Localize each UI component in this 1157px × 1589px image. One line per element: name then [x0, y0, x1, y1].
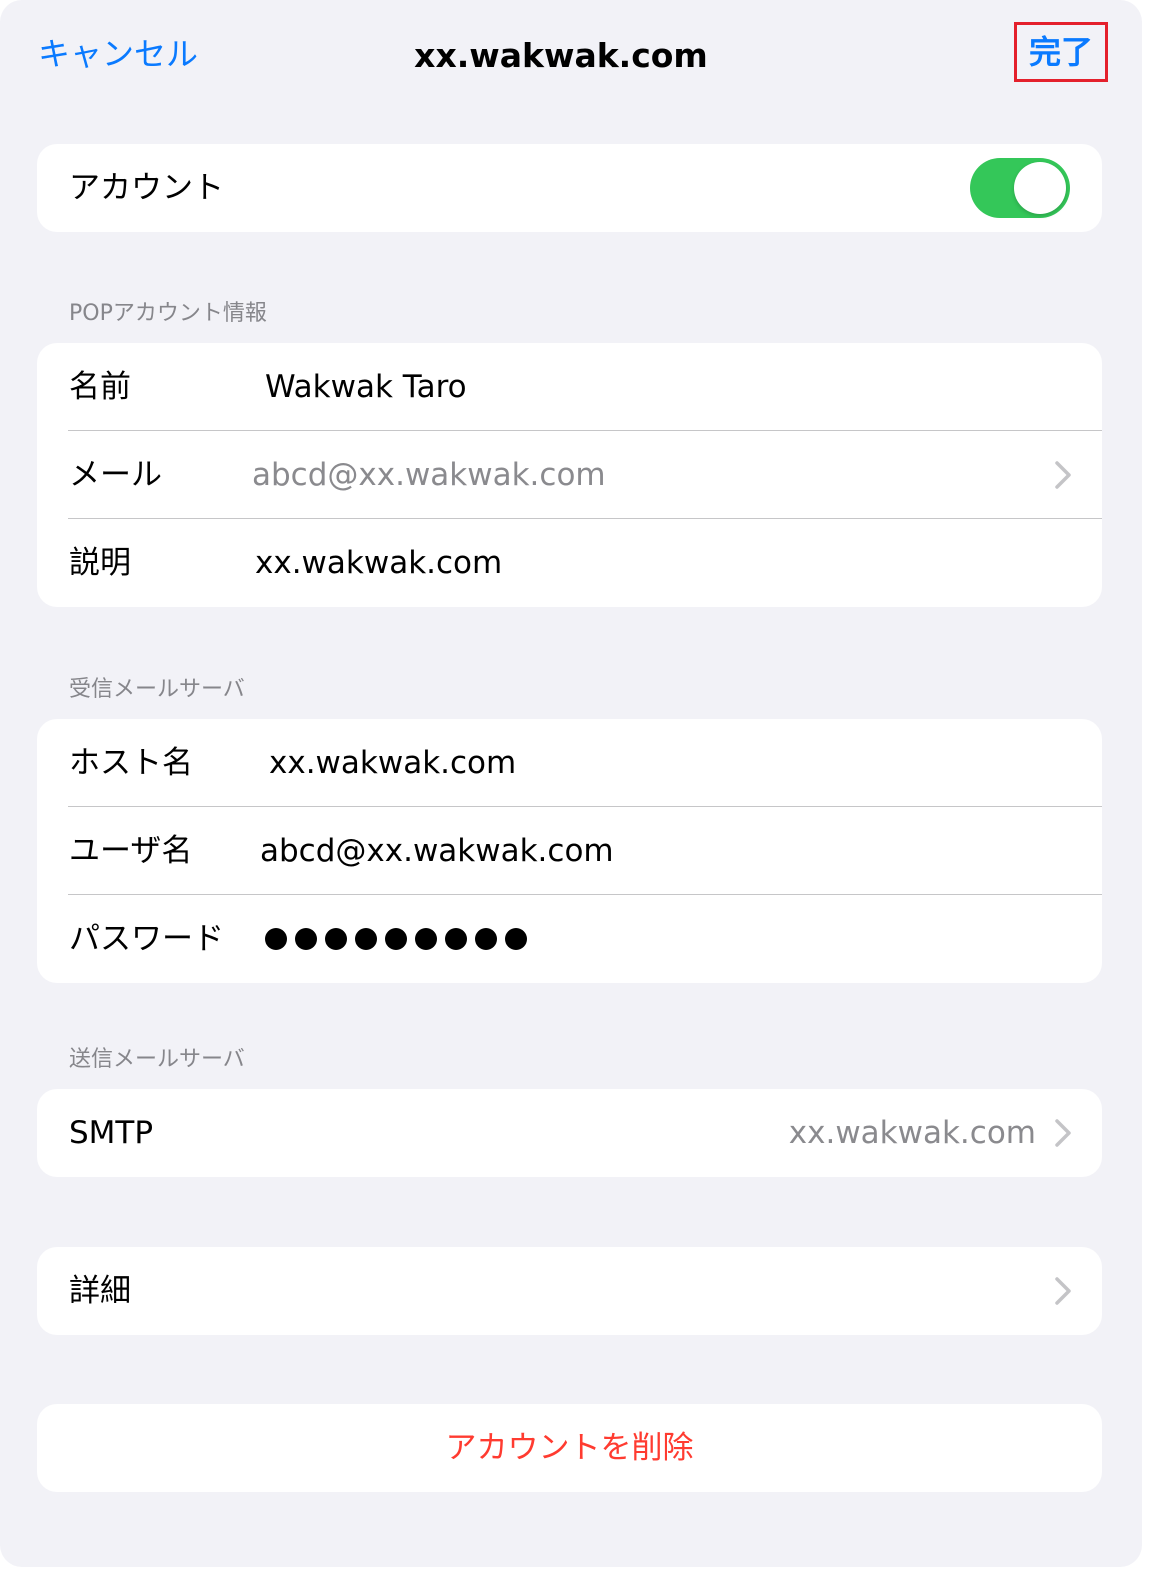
pop-account-group: 名前 Wakwak Taro メール abcd@xx.wakwak.com 説明…: [37, 343, 1102, 607]
account-group: アカウント: [37, 144, 1102, 232]
done-button[interactable]: 完了: [1014, 22, 1108, 82]
password-dot: [295, 928, 317, 950]
account-label: アカウント: [69, 170, 224, 206]
chevron-right-icon: [1055, 1277, 1071, 1305]
password-dot: [325, 928, 347, 950]
details-group: 詳細: [37, 1247, 1102, 1335]
outgoing-section-header: 送信メールサーバ: [69, 1047, 245, 1072]
host-label: ホスト名: [69, 745, 193, 781]
password-dot: [445, 928, 467, 950]
username-label: ユーザ名: [69, 833, 193, 869]
delete-account-button[interactable]: アカウントを削除: [37, 1404, 1102, 1492]
incoming-server-group: ホスト名 xx.wakwak.com ユーザ名 abcd@xx.wakwak.c…: [37, 719, 1102, 983]
username-row[interactable]: ユーザ名 abcd@xx.wakwak.com: [37, 807, 1102, 895]
incoming-section-header: 受信メールサーバ: [69, 677, 245, 702]
name-label: 名前: [69, 369, 131, 405]
outgoing-server-group: SMTP xx.wakwak.com: [37, 1089, 1102, 1177]
description-row[interactable]: 説明 xx.wakwak.com: [37, 519, 1102, 607]
account-settings-sheet: キャンセル xx.wakwak.com 完了 アカウント POPアカウント情報 …: [0, 0, 1142, 1567]
password-dot: [385, 928, 407, 950]
done-button-label: 完了: [1028, 33, 1093, 71]
smtp-label: SMTP: [69, 1115, 154, 1151]
description-label: 説明: [69, 545, 131, 581]
password-field[interactable]: [265, 895, 527, 983]
page-title: xx.wakwak.com: [414, 36, 708, 75]
password-dot: [355, 928, 377, 950]
smtp-value: xx.wakwak.com: [788, 1115, 1036, 1151]
description-field[interactable]: xx.wakwak.com: [255, 519, 502, 607]
name-field[interactable]: Wakwak Taro: [265, 343, 467, 431]
password-dot: [475, 928, 497, 950]
mail-row[interactable]: メール abcd@xx.wakwak.com: [37, 431, 1102, 519]
account-row: アカウント: [37, 144, 1102, 232]
account-toggle[interactable]: [970, 158, 1070, 218]
mail-label: メール: [69, 457, 162, 493]
mail-value: abcd@xx.wakwak.com: [252, 457, 606, 493]
delete-group: アカウントを削除: [37, 1404, 1102, 1492]
chevron-right-icon: [1055, 461, 1071, 489]
smtp-row[interactable]: SMTP xx.wakwak.com: [37, 1089, 1102, 1177]
toggle-knob: [1014, 162, 1066, 214]
password-dot: [415, 928, 437, 950]
host-field[interactable]: xx.wakwak.com: [269, 719, 516, 807]
name-row[interactable]: 名前 Wakwak Taro: [37, 343, 1102, 431]
chevron-right-icon: [1055, 1119, 1071, 1147]
password-dot: [265, 928, 287, 950]
pop-section-header: POPアカウント情報: [69, 301, 267, 326]
username-field[interactable]: abcd@xx.wakwak.com: [260, 807, 614, 895]
password-dot: [505, 928, 527, 950]
host-row[interactable]: ホスト名 xx.wakwak.com: [37, 719, 1102, 807]
password-label: パスワード: [69, 921, 224, 957]
details-label: 詳細: [69, 1273, 131, 1309]
password-row[interactable]: パスワード: [37, 895, 1102, 983]
details-row[interactable]: 詳細: [37, 1247, 1102, 1335]
